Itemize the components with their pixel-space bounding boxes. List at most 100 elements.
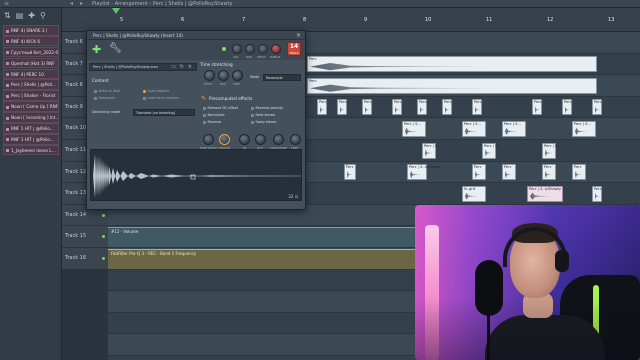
clear-icon[interactable]: × bbox=[188, 64, 192, 70]
crossfade-knob[interactable] bbox=[273, 134, 284, 145]
load-regions-option[interactable]: Load regions bbox=[143, 89, 169, 93]
menu-icon[interactable]: ≡ bbox=[4, 0, 9, 7]
bar-number[interactable]: 8 bbox=[303, 17, 306, 23]
audio-clip[interactable]: Perc | S... bbox=[462, 120, 486, 137]
fade-in-out-knob[interactable] bbox=[203, 134, 214, 145]
track-header[interactable]: Track 15 bbox=[62, 226, 108, 248]
swap-stereo-option[interactable]: Swap stereo bbox=[251, 120, 276, 124]
bar-number[interactable]: 6 bbox=[181, 17, 184, 23]
audio-clip[interactable]: Perc | S... bbox=[482, 142, 501, 159]
pan-knob[interactable] bbox=[245, 44, 255, 54]
audio-clip[interactable]: Perc bbox=[542, 164, 556, 181]
channel-item[interactable]: Noon [ Incoming ] Int… bbox=[3, 112, 59, 123]
audio-clip[interactable]: Perc bbox=[572, 164, 586, 181]
remove-dc-offset-option[interactable]: Remove DC offset bbox=[203, 106, 238, 110]
trim-knob[interactable] bbox=[290, 134, 301, 145]
mixer-track-selector[interactable]: 14 TRACK bbox=[287, 42, 301, 56]
audio-clip[interactable]: Perc bbox=[592, 99, 602, 116]
channel-item[interactable]: 1_Jaybeeen loone L… bbox=[3, 144, 59, 156]
audio-clip[interactable]: Perc bbox=[417, 99, 427, 116]
audio-clip[interactable]: Perc bbox=[502, 164, 516, 181]
in-knob[interactable] bbox=[239, 134, 250, 145]
declicking-mode-select[interactable]: Transient (no bleeding) bbox=[133, 109, 195, 116]
channel-item[interactable]: Noon [ Come Up ] RNF bbox=[3, 101, 59, 112]
plugin-icon[interactable]: ✚ bbox=[92, 43, 101, 56]
length-knob[interactable] bbox=[219, 134, 230, 145]
bar-number[interactable]: 9 bbox=[364, 17, 367, 23]
stretch-mode-select[interactable]: Resample bbox=[263, 74, 301, 81]
audio-clip[interactable]: Perc bbox=[307, 56, 597, 73]
channel-led[interactable] bbox=[222, 47, 226, 51]
audio-clip[interactable]: Perc bbox=[317, 99, 327, 116]
audio-clip[interactable]: Perc | S... bbox=[572, 120, 596, 137]
channel-item[interactable]: RNF 1 HIT | @Polio… bbox=[3, 123, 59, 134]
back-arrow-icon[interactable]: ◂ bbox=[70, 0, 73, 7]
audio-clip[interactable]: N..grit bbox=[462, 185, 486, 202]
stretch-time-knob[interactable] bbox=[232, 70, 243, 81]
wrench-icon[interactable]: 🔧︎ bbox=[109, 43, 122, 54]
audio-clip[interactable]: Perc bbox=[532, 99, 542, 116]
sample-file-name[interactable]: Perc | Shells | @PolloRoyShawty.wav bbox=[93, 65, 158, 69]
keep-on-disk-option[interactable]: Keep on disk bbox=[94, 89, 120, 93]
out-knob[interactable] bbox=[255, 134, 266, 145]
playhead-marker[interactable] bbox=[112, 8, 120, 14]
close-icon[interactable]: × bbox=[296, 32, 301, 39]
audio-clip[interactable]: Perc bbox=[362, 99, 372, 116]
bar-number[interactable]: 13 bbox=[608, 17, 614, 23]
audio-clip[interactable]: Perc bbox=[592, 185, 602, 202]
audio-clip[interactable]: Perc | S..lyShawty bbox=[527, 185, 563, 202]
audio-clip[interactable]: Perc bbox=[344, 164, 356, 181]
audio-clip[interactable]: Perc bbox=[472, 99, 482, 116]
timeline-ruler[interactable]: 5 6 7 8 9 10 11 12 13 bbox=[62, 8, 640, 32]
channel-item[interactable]: RNF 4) PERC 10 bbox=[3, 68, 59, 80]
bar-number[interactable]: 12 bbox=[547, 17, 553, 23]
sort-icon[interactable]: ⇅ bbox=[4, 11, 11, 21]
audio-clip[interactable]: Perc bbox=[392, 99, 402, 116]
search-icon[interactable]: ⚲ bbox=[40, 11, 46, 21]
audio-clip[interactable]: Perc | S..lyShawty bbox=[407, 164, 441, 181]
audio-clip[interactable]: Perc bbox=[472, 164, 486, 181]
channel-item[interactable]: Openhat (Hat 3) RNF bbox=[3, 57, 59, 69]
audio-clip[interactable]: Perc bbox=[307, 77, 597, 94]
stretch-mul-knob[interactable] bbox=[218, 70, 229, 81]
reverse-option[interactable]: Reverse bbox=[203, 120, 221, 124]
volume-knob[interactable] bbox=[232, 44, 242, 54]
bar-number[interactable]: 11 bbox=[486, 17, 492, 23]
pitch-knob[interactable] bbox=[258, 44, 268, 54]
channel-item[interactable]: Perc | Shaker - Florist bbox=[3, 90, 59, 101]
audio-clip[interactable]: Perc | S... bbox=[502, 120, 526, 137]
bar-number[interactable]: 10 bbox=[425, 17, 431, 23]
channel-item[interactable]: RNF 1 HIT | @Polio… bbox=[3, 133, 59, 145]
refresh-icon[interactable]: ↻ bbox=[180, 64, 184, 70]
normalize-option[interactable]: Normalize bbox=[203, 113, 225, 117]
add-icon[interactable]: ✚ bbox=[28, 11, 35, 21]
track-active-dot[interactable] bbox=[102, 235, 105, 239]
audio-clip[interactable]: Perc bbox=[337, 99, 347, 116]
audio-clip[interactable]: Perc bbox=[442, 99, 452, 116]
stretch-mode-label: Mode bbox=[250, 75, 260, 79]
bar-number[interactable]: 7 bbox=[242, 17, 245, 23]
channel-item[interactable]: RNF 4) SNARE 2 ( bbox=[3, 25, 59, 36]
fade-stereo-option[interactable]: Fade stereo bbox=[251, 113, 275, 117]
resample-option[interactable]: Resample bbox=[94, 96, 115, 100]
audio-clip[interactable]: Perc | S... bbox=[542, 142, 561, 159]
bar-number[interactable]: 5 bbox=[120, 17, 123, 23]
stretch-pitch-knob[interactable] bbox=[204, 70, 215, 81]
track-active-dot[interactable] bbox=[102, 257, 105, 260]
reverse-polarity-option[interactable]: Reverse polarity bbox=[251, 106, 283, 110]
audio-clip[interactable]: Perc bbox=[562, 99, 572, 116]
view-icon[interactable]: ▤ bbox=[16, 11, 24, 21]
audio-clip[interactable]: Perc | S... bbox=[402, 120, 426, 137]
channel-item[interactable]: Грустный бит_2022-0… bbox=[3, 46, 59, 58]
channel-settings-titlebar[interactable]: Perc | Shells | @PolloRoyShawty (Insert … bbox=[87, 31, 305, 40]
forward-arrow-icon[interactable]: ▸ bbox=[80, 0, 83, 7]
track-header[interactable]: Track 16 bbox=[62, 248, 108, 270]
track-active-dot[interactable] bbox=[102, 213, 105, 217]
folder-icon[interactable]: ▭ bbox=[171, 64, 176, 70]
load-slice-markers-option[interactable]: Load slice markers bbox=[143, 96, 179, 100]
range-knob[interactable] bbox=[271, 44, 281, 54]
audio-clip[interactable]: Perc | S... bbox=[422, 142, 441, 159]
sample-waveform-view[interactable]: 32 ⊡ bbox=[90, 149, 302, 201]
channel-item[interactable]: Perc | Shells | @Poll… bbox=[3, 79, 59, 91]
channel-item[interactable]: RNF 4) KICK 6 bbox=[3, 35, 59, 47]
